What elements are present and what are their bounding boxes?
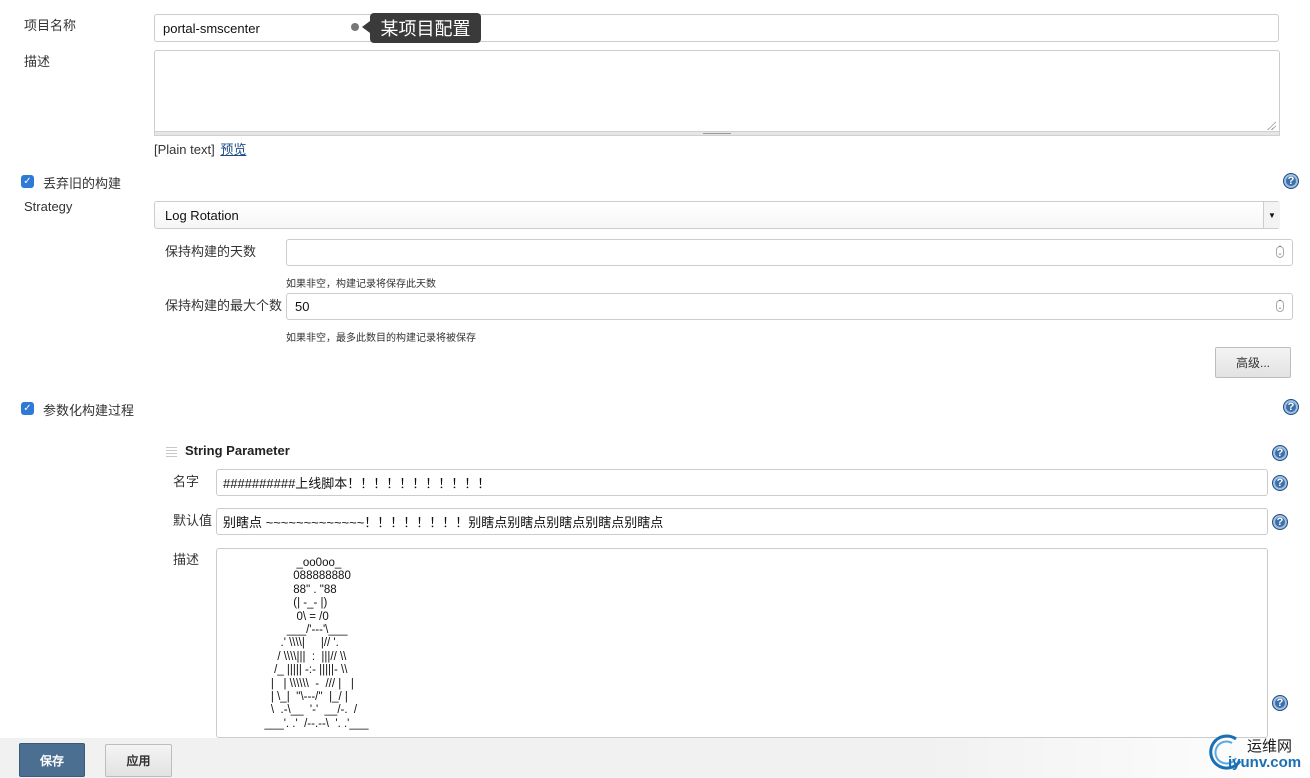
help-icon[interactable]: ? <box>1272 514 1288 530</box>
strategy-select[interactable]: Log Rotation <box>154 201 1280 229</box>
discard-builds-checkbox[interactable]: ✓ <box>21 175 34 188</box>
apply-button[interactable]: 应用 <box>105 744 172 777</box>
strategy-label: Strategy <box>24 199 73 214</box>
bottom-button-bar <box>0 738 1310 778</box>
ascii-art: _oo0oo_ 088888880 88" . "88 (| -_- |) 0\… <box>264 557 369 730</box>
project-name-label: 项目名称 <box>24 18 77 33</box>
param-description-label: 描述 <box>173 552 200 567</box>
max-builds-stepper-icon[interactable]: ⌃ ⌄ <box>1276 300 1284 312</box>
save-button[interactable]: 保存 <box>19 743 85 777</box>
grip-icon <box>703 133 731 134</box>
strategy-value: Log Rotation <box>165 207 239 223</box>
param-description-textarea[interactable]: _oo0oo_ 088888880 88" . "88 (| -_- |) 0\… <box>216 548 1268 738</box>
discard-builds-label: 丢弃旧的构建 <box>43 176 122 191</box>
watermark-top-text: 运维网 <box>1247 738 1293 755</box>
advanced-button[interactable]: 高级... <box>1215 347 1291 378</box>
max-builds-label: 保持构建的最大个数 <box>165 298 283 313</box>
default-value-value: 别瞎点 ~~~~~~~~~~~~~！！！！！！！！别瞎点别瞎点别瞎点别瞎点别瞎点 <box>223 515 664 530</box>
string-parameter-title: String Parameter <box>185 443 290 458</box>
plain-text-label: [Plain text] <box>154 142 215 157</box>
tooltip: 某项目配置 <box>370 13 481 43</box>
help-icon[interactable]: ? <box>1272 475 1288 491</box>
select-arrow-icon[interactable]: ▼ <box>1263 202 1280 228</box>
days-hint: 如果非空，构建记录将保存此天数 <box>286 279 436 290</box>
param-name-label: 名字 <box>173 474 200 489</box>
watermark-bottom-text: iyunv.com <box>1228 754 1302 771</box>
param-name-value: ##########上线脚本！！！！！！！！！！！ <box>223 476 491 491</box>
days-stepper-icon[interactable]: ⌃ ⌄ <box>1276 246 1284 258</box>
default-value-label: 默认值 <box>173 513 213 528</box>
description-label: 描述 <box>24 54 51 69</box>
help-icon[interactable]: ? <box>1283 399 1299 415</box>
tooltip-arrow-icon <box>362 21 370 33</box>
project-name-input[interactable]: portal-smscenter <box>154 14 1279 42</box>
max-builds-value: 50 <box>295 299 310 314</box>
days-input[interactable] <box>286 239 1293 266</box>
help-icon[interactable]: ? <box>1283 173 1299 189</box>
resize-handle-icon[interactable] <box>1266 120 1276 130</box>
drag-handle-icon[interactable] <box>166 446 177 457</box>
project-name-value: portal-smscenter <box>163 20 260 36</box>
max-builds-input[interactable]: 50 <box>286 293 1293 320</box>
textarea-resize-bar[interactable] <box>154 131 1280 136</box>
help-icon[interactable]: ? <box>1272 695 1288 711</box>
tooltip-dot-icon <box>351 23 359 31</box>
parameterized-checkbox[interactable]: ✓ <box>21 402 34 415</box>
parameterized-label: 参数化构建过程 <box>43 403 135 418</box>
max-builds-hint: 如果非空，最多此数目的构建记录将被保存 <box>286 333 476 344</box>
days-label: 保持构建的天数 <box>165 244 257 259</box>
description-textarea[interactable] <box>154 50 1280 133</box>
param-name-input[interactable]: ##########上线脚本！！！！！！！！！！！ <box>216 469 1268 496</box>
default-value-input[interactable]: 别瞎点 ~~~~~~~~~~~~~！！！！！！！！别瞎点别瞎点别瞎点别瞎点别瞎点 <box>216 508 1268 535</box>
help-icon[interactable]: ? <box>1272 445 1288 461</box>
preview-link[interactable]: 预览 <box>220 142 246 157</box>
